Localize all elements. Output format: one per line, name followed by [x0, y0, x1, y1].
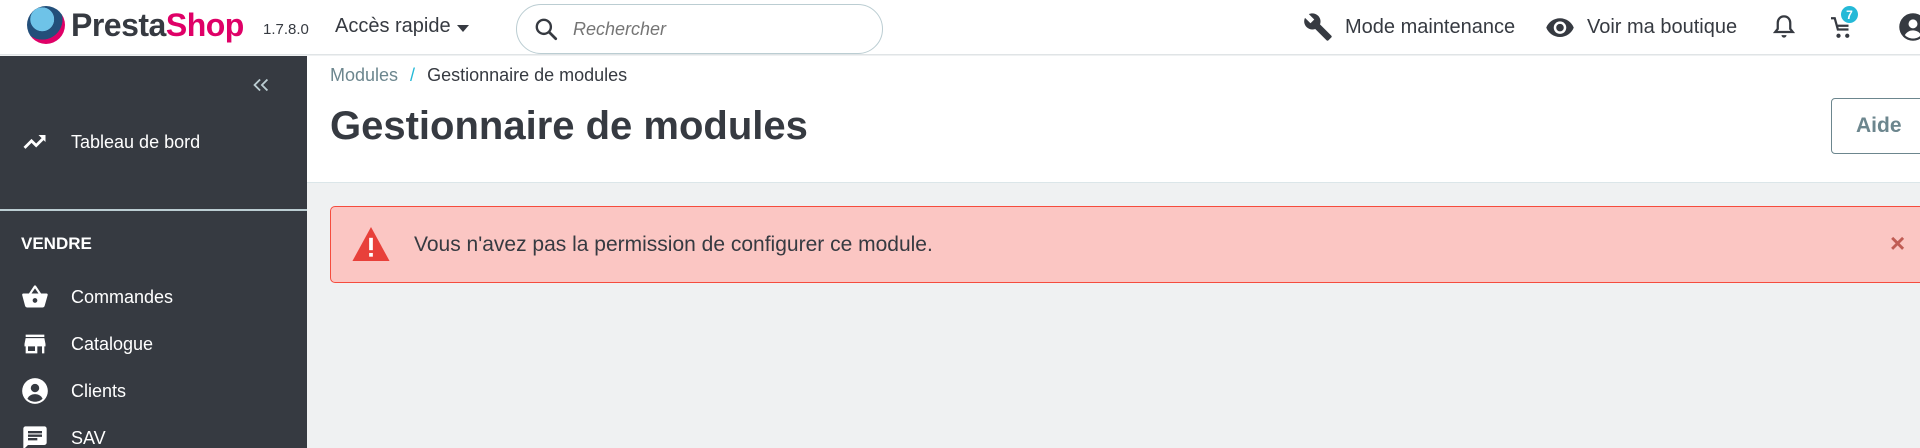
caret-down-icon	[456, 24, 469, 32]
breadcrumb: Modules / Gestionnaire de modules	[330, 65, 627, 86]
sidebar-divider	[0, 209, 307, 211]
version-label: 1.7.8.0	[263, 21, 309, 38]
maintenance-mode-link[interactable]: Mode maintenance	[1303, 12, 1515, 42]
sidebar-item-catalog[interactable]: Catalogue	[21, 330, 153, 358]
prestashop-logo[interactable]: PrestaShop	[27, 6, 244, 44]
alert-message: Vous n'avez pas la permission de configu…	[414, 233, 933, 256]
search-box[interactable]	[516, 4, 883, 54]
sidebar-item-label: Tableau de bord	[71, 131, 201, 152]
section-title-sell: VENDRE	[21, 234, 92, 253]
maintenance-label: Mode maintenance	[1345, 15, 1516, 38]
breadcrumb-current: Gestionnaire de modules	[427, 65, 628, 85]
sidebar-item-support[interactable]: SAV	[21, 424, 106, 448]
logo-text: PrestaShop	[71, 7, 244, 44]
sidebar-item-dashboard[interactable]: Tableau de bord	[21, 128, 200, 156]
help-button[interactable]: Aide	[1831, 98, 1920, 154]
sidebar: Tableau de bord VENDRE Commandes Catalog…	[0, 56, 307, 448]
sidebar-item-label: Clients	[71, 380, 127, 401]
chat-icon	[23, 426, 47, 448]
notifications-button[interactable]	[1769, 12, 1799, 42]
puffin-logo-icon	[27, 6, 65, 44]
trending-up-icon	[23, 135, 46, 149]
breadcrumb-separator: /	[410, 65, 416, 85]
bell-icon	[1772, 15, 1796, 38]
basket-icon	[22, 285, 48, 308]
store-icon	[24, 334, 46, 354]
logo-text-part1: Presta	[71, 6, 166, 43]
collapse-sidebar-icon[interactable]	[250, 74, 272, 103]
profile-button[interactable]	[1898, 12, 1920, 42]
sidebar-item-label: Catalogue	[71, 333, 154, 354]
wrench-icon	[1304, 13, 1332, 41]
top-header: PrestaShop 1.7.8.0 Accès rapide Mode mai…	[0, 0, 1920, 55]
orders-count-badge: 7	[1841, 6, 1858, 23]
breadcrumb-modules-link[interactable]: Modules	[330, 65, 398, 86]
search-icon	[535, 18, 558, 41]
page-title: Gestionnaire de modules	[330, 104, 808, 148]
account-circle-icon	[22, 378, 48, 404]
account-icon	[1899, 13, 1920, 41]
sidebar-item-label: Commandes	[71, 286, 174, 307]
warning-icon	[352, 227, 390, 261]
view-shop-label: Voir ma boutique	[1587, 15, 1738, 38]
sidebar-item-customers[interactable]: Clients	[21, 377, 126, 405]
double-chevron-left-icon	[253, 78, 269, 92]
logo-text-part2: Shop	[165, 6, 244, 43]
sidebar-item-orders[interactable]: Commandes	[21, 283, 173, 311]
eye-icon	[1546, 18, 1574, 37]
error-alert: Vous n'avez pas la permission de configu…	[330, 206, 1920, 283]
search-input[interactable]	[573, 18, 833, 40]
sidebar-item-label: SAV	[71, 427, 106, 448]
close-icon[interactable]: ×	[1890, 228, 1905, 259]
quick-access-label: Accès rapide	[335, 15, 451, 37]
page-header: Modules / Gestionnaire de modules Gestio…	[307, 56, 1920, 183]
view-shop-link[interactable]: Voir ma boutique	[1545, 12, 1737, 42]
quick-access-dropdown[interactable]: Accès rapide	[335, 15, 469, 38]
